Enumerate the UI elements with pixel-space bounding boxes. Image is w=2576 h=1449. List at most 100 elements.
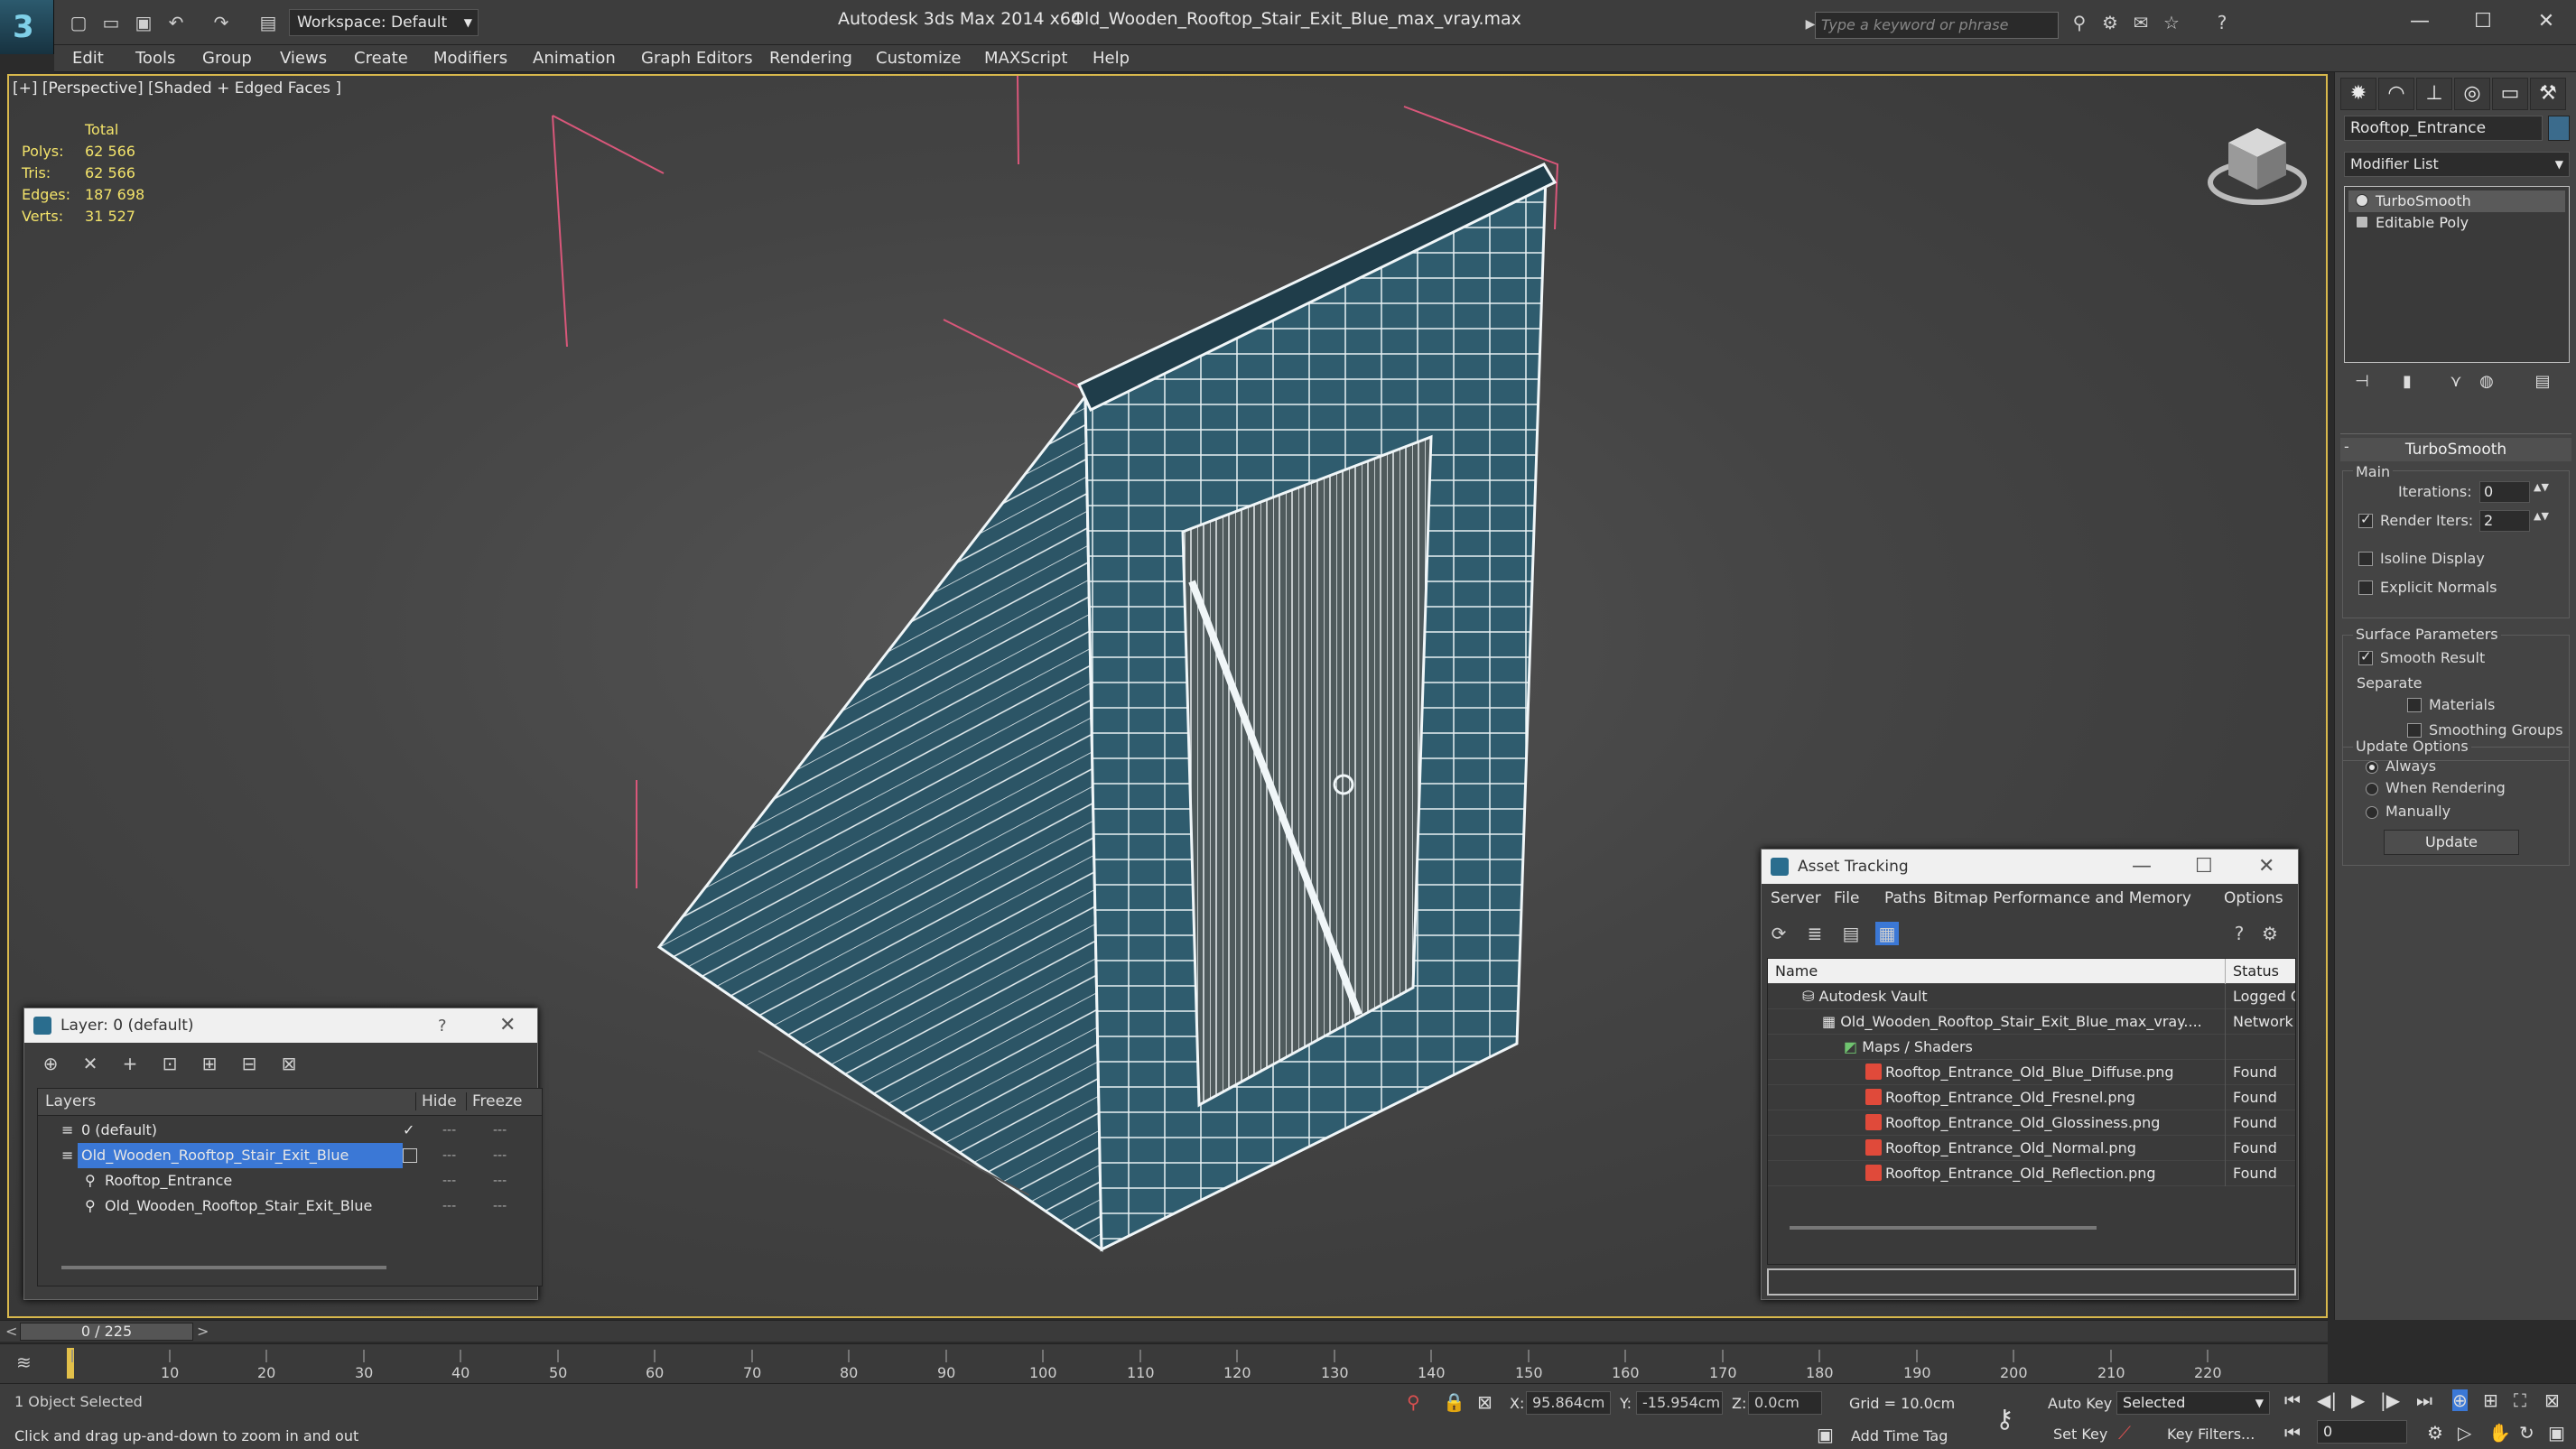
column-hide[interactable]: Hide: [415, 1092, 457, 1110]
menu-views[interactable]: Views: [280, 49, 327, 68]
new-layer-icon[interactable]: ⊕: [39, 1052, 62, 1075]
menu-graph-editors[interactable]: Graph Editors: [641, 49, 753, 68]
absolute-mode-icon[interactable]: ⊠: [1477, 1391, 1493, 1413]
make-unique-icon[interactable]: ⋎: [2443, 372, 2469, 395]
configure-sets-icon[interactable]: ▤: [2530, 372, 2555, 395]
viewcube-icon[interactable]: [2203, 112, 2311, 220]
maximize-icon[interactable]: ☐: [2465, 5, 2501, 38]
collapse-minus-icon[interactable]: -: [2344, 438, 2349, 455]
hierarchy-tab-icon[interactable]: ⊥: [2416, 78, 2452, 110]
spinner-arrows-icon[interactable]: ▲▼: [2534, 481, 2549, 493]
zoom-extents-icon[interactable]: ⛶: [2514, 1389, 2526, 1411]
modify-tab-icon[interactable]: ◠: [2378, 78, 2414, 110]
active-layer-check-icon[interactable]: ✓: [403, 1118, 414, 1143]
time-config-icon[interactable]: ⚙: [2427, 1422, 2443, 1444]
highlight-layer-icon[interactable]: ⊞: [198, 1052, 221, 1075]
stack-item-turbosmooth[interactable]: TurboSmooth: [2348, 190, 2565, 212]
asset-row[interactable]: Rooftop_Entrance_Old_Reflection.png Foun…: [1768, 1161, 2295, 1186]
workspace-dropdown[interactable]: Workspace: Default ▼: [289, 9, 479, 36]
go-to-end-icon[interactable]: ⏭: [2416, 1389, 2432, 1411]
time-slider-thumb[interactable]: 0 / 225: [20, 1323, 193, 1341]
zoom-all-icon[interactable]: ⊞: [2483, 1389, 2498, 1411]
menu-maxscript[interactable]: MAXScript: [984, 49, 1067, 68]
object-color-swatch[interactable]: [2548, 116, 2570, 141]
lightbulb-icon[interactable]: [2356, 194, 2368, 207]
column-layers[interactable]: Layers: [45, 1092, 96, 1110]
key-mode-icon[interactable]: ⏮: [2284, 1422, 2301, 1444]
redo-icon[interactable]: ↷: [209, 11, 233, 34]
create-tab-icon[interactable]: ✹: [2340, 78, 2376, 110]
set-key-mode-icon[interactable]: ⟋: [2118, 1422, 2131, 1444]
help-icon[interactable]: ?: [438, 1017, 447, 1036]
go-to-start-icon[interactable]: ⏮: [2284, 1389, 2301, 1411]
smoothing-groups-checkbox[interactable]: [2407, 723, 2422, 738]
help-icon[interactable]: ?: [2227, 922, 2251, 945]
maximize-viewport-icon[interactable]: ▣: [2548, 1422, 2565, 1444]
search-input[interactable]: Type a keyword or phrase: [1815, 12, 2059, 39]
x-coord-field[interactable]: 95.864cm: [1526, 1391, 1611, 1415]
add-time-tag-button[interactable]: Add Time Tag: [1851, 1427, 1948, 1444]
pan-icon[interactable]: ✋: [2488, 1422, 2511, 1444]
asset-row[interactable]: Rooftop_Entrance_Old_Fresnel.png Found: [1768, 1085, 2295, 1110]
add-to-layer-icon[interactable]: +: [118, 1052, 142, 1075]
freeze-toggle[interactable]: ---: [493, 1118, 507, 1143]
isoline-display-checkbox[interactable]: [2358, 552, 2373, 566]
menu-paths[interactable]: Paths: [1884, 889, 1926, 907]
isolate-selection-icon[interactable]: ⚲: [1407, 1391, 1420, 1413]
asset-row[interactable]: Rooftop_Entrance_Old_Blue_Diffuse.png Fo…: [1768, 1060, 2295, 1085]
spinner-arrows-icon[interactable]: ▲▼: [2534, 510, 2549, 522]
settings-icon[interactable]: ⚙: [2258, 922, 2282, 945]
key-icon[interactable]: ⚷: [1995, 1404, 2014, 1434]
freeze-toggle[interactable]: ---: [493, 1143, 507, 1168]
close-icon[interactable]: ✕: [2528, 5, 2564, 38]
next-frame-icon[interactable]: >: [197, 1323, 209, 1340]
horizontal-scrollbar[interactable]: [61, 1266, 386, 1269]
motion-tab-icon[interactable]: ◎: [2454, 78, 2490, 110]
render-iters-spinner[interactable]: 2: [2479, 510, 2530, 532]
column-status[interactable]: Status: [2225, 959, 2295, 984]
iterations-spinner[interactable]: 0: [2479, 481, 2530, 503]
smooth-result-checkbox[interactable]: [2358, 648, 2373, 665]
lock-icon[interactable]: 🔒: [1443, 1391, 1465, 1413]
asset-row[interactable]: Rooftop_Entrance_Old_Glossiness.png Foun…: [1768, 1110, 2295, 1136]
zoom-icon[interactable]: ⊕: [2452, 1389, 2468, 1411]
remove-modifier-icon[interactable]: ◍: [2474, 372, 2499, 395]
freeze-toggle[interactable]: ---: [493, 1194, 507, 1219]
play-icon[interactable]: ▶: [2351, 1389, 2365, 1411]
layer-row[interactable]: ≡ Old_Wooden_Rooftop_Stair_Exit_Blue ---…: [38, 1143, 542, 1168]
column-name[interactable]: Name: [1775, 959, 1818, 984]
select-objects-icon[interactable]: ⊡: [158, 1052, 181, 1075]
delete-layer-icon[interactable]: ✕: [79, 1052, 102, 1075]
hide-all-icon[interactable]: ⊟: [237, 1052, 261, 1075]
app-logo[interactable]: 3: [0, 0, 54, 54]
minimize-icon[interactable]: —: [2402, 5, 2438, 38]
time-slider[interactable]: < 0 / 225 >: [0, 1320, 2328, 1342]
menu-server[interactable]: Server: [1771, 889, 1821, 907]
pin-stack-icon[interactable]: ⊣: [2349, 372, 2375, 395]
key-filters-button[interactable]: Key Filters...: [2167, 1426, 2255, 1443]
hide-toggle[interactable]: ---: [442, 1143, 456, 1168]
horizontal-scrollbar[interactable]: [1790, 1226, 2097, 1230]
when-rendering-radio[interactable]: [2366, 783, 2378, 795]
subscription-icon[interactable]: ⚙: [2098, 11, 2122, 34]
hide-toggle[interactable]: ---: [442, 1194, 456, 1219]
display-tab-icon[interactable]: ▭: [2492, 78, 2528, 110]
undo-icon[interactable]: ↶: [164, 11, 188, 34]
table-view-icon[interactable]: ▦: [1875, 922, 1899, 945]
prev-frame-icon[interactable]: <: [5, 1323, 17, 1340]
menu-help[interactable]: Help: [1093, 49, 1130, 68]
menu-group[interactable]: Group: [202, 49, 252, 68]
materials-checkbox[interactable]: [2407, 698, 2422, 712]
asset-row[interactable]: Rooftop_Entrance_Old_Normal.png Found: [1768, 1136, 2295, 1161]
menu-rendering[interactable]: Rendering: [769, 49, 852, 68]
show-end-result-icon[interactable]: ▮: [2395, 372, 2420, 395]
freeze-all-icon[interactable]: ⊠: [277, 1052, 301, 1075]
time-tag-icon[interactable]: ▣: [1817, 1424, 1834, 1445]
hide-toggle[interactable]: ---: [442, 1168, 456, 1194]
set-key-button[interactable]: Set Key: [2053, 1426, 2107, 1443]
set-active-checkbox[interactable]: [403, 1148, 417, 1163]
column-freeze[interactable]: Freeze: [466, 1092, 522, 1110]
menu-animation[interactable]: Animation: [533, 49, 616, 68]
render-iters-checkbox[interactable]: [2358, 511, 2373, 528]
menu-tools[interactable]: Tools: [135, 49, 175, 68]
